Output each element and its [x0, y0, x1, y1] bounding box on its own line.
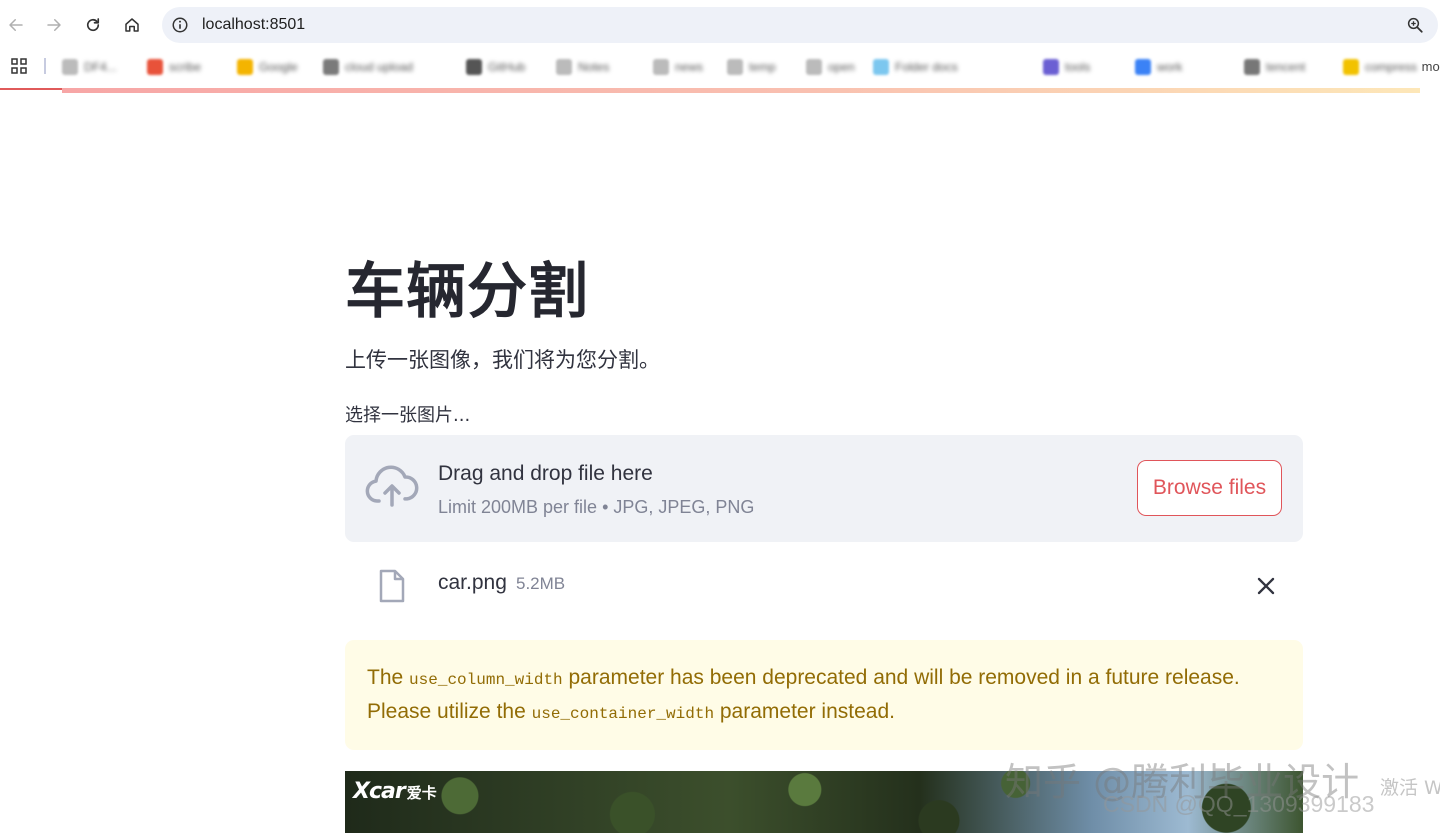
loading-bar [62, 88, 1420, 93]
browse-files-button[interactable]: Browse files [1137, 460, 1282, 516]
dropzone-limit: Limit 200MB per file • JPG, JPEG, PNG [438, 497, 755, 517]
code-use-container-width: use_container_width [531, 705, 715, 723]
bookmark-favicon-icon [323, 59, 339, 75]
uploaded-file-size: 5.2MB [516, 574, 566, 593]
browser-toolbar: localhost:8501 [0, 0, 1440, 50]
bookmark-item[interactable]: scribe [147, 58, 201, 76]
home-button[interactable] [120, 13, 144, 37]
apps-grid-icon[interactable] [11, 58, 27, 74]
uploaded-file-name: car.png [438, 571, 507, 594]
dropzone-title: Drag and drop file here [438, 462, 653, 485]
code-use-column-width: use_column_width [409, 671, 563, 689]
bookmark-favicon-icon [1343, 59, 1359, 75]
bookmark-favicon-icon [62, 59, 78, 75]
xcar-logo: Xcar 爱卡 [353, 779, 437, 804]
bookmark-label: news [675, 60, 704, 74]
loading-bar-left [0, 88, 62, 90]
info-icon[interactable] [171, 16, 189, 34]
bookmark-label: Notes [578, 60, 610, 74]
bookmark-label: tools [1065, 60, 1091, 74]
bookmark-label: cloud upload [345, 60, 414, 74]
bookmark-label: temp [749, 60, 776, 74]
file-icon [379, 569, 405, 603]
bookmark-item[interactable]: compress [1343, 58, 1417, 76]
bookmark-item[interactable]: GitHub [466, 58, 525, 76]
bookmark-item[interactable]: open [806, 58, 855, 76]
page-subtitle: 上传一张图像，我们将为您分割。 [345, 348, 660, 372]
arrow-left-icon [9, 19, 23, 31]
bookmark-label: GitHub [488, 60, 526, 74]
activate-windows-notice: 激活 W [1380, 777, 1440, 799]
bookmark-item[interactable]: Google [237, 58, 298, 76]
bookmark-favicon-icon [147, 59, 163, 75]
bookmarks-separator [44, 58, 46, 74]
bookmark-item[interactable]: Notes [556, 58, 609, 76]
reload-icon [86, 18, 100, 32]
bookmark-item[interactable]: DF4... [62, 58, 117, 76]
bookmark-label: work [1157, 60, 1183, 74]
home-icon [125, 18, 139, 32]
bookmark-favicon-icon [1135, 59, 1151, 75]
page-title: 车辆分割 [345, 257, 589, 327]
forward-button[interactable] [42, 13, 66, 37]
bookmark-item[interactable]: cloud upload [323, 58, 413, 76]
csdn-watermark: CSDN @QQ_1309399183 [1103, 791, 1375, 817]
bookmark-item[interactable]: tools [1043, 58, 1090, 76]
bookmark-favicon-icon [466, 59, 482, 75]
bookmark-item[interactable]: temp [727, 58, 776, 76]
uploaded-file-row: car.png 5.2MB [345, 560, 1303, 612]
bookmark-item[interactable]: news [653, 58, 703, 76]
arrow-right-icon [47, 19, 61, 31]
bookmark-favicon-icon [1244, 59, 1260, 75]
reload-button[interactable] [81, 13, 105, 37]
bookmark-favicon-icon [806, 59, 822, 75]
bookmark-label: open [828, 60, 855, 74]
bookmark-favicon-icon [237, 59, 253, 75]
address-bar[interactable]: localhost:8501 [162, 7, 1438, 43]
bookmark-item[interactable]: tencent [1244, 58, 1305, 76]
cloud-upload-icon [365, 465, 419, 507]
close-icon [1257, 577, 1275, 595]
file-dropzone[interactable]: Drag and drop file here Limit 200MB per … [345, 435, 1303, 542]
bookmark-favicon-icon [556, 59, 572, 75]
zoom-icon[interactable] [1406, 16, 1424, 34]
file-uploader-label: 选择一张图片... [345, 405, 471, 426]
bookmark-label: Folder docs [895, 60, 958, 74]
bookmarks-more[interactable]: mor [1422, 59, 1440, 74]
deprecation-warning: The use_column_width parameter has been … [345, 640, 1303, 750]
bookmark-favicon-icon [1043, 59, 1059, 75]
bookmark-label: tencent [1266, 60, 1306, 74]
bookmark-favicon-icon [653, 59, 669, 75]
bookmarks-bar: DF4... scribe Google cloud upload GitHub Note… [0, 50, 1440, 84]
url-text[interactable]: localhost:8501 [202, 16, 305, 34]
bookmark-label: scribe [169, 60, 202, 74]
bookmark-item[interactable]: work [1135, 58, 1182, 76]
bookmark-favicon-icon [873, 59, 889, 75]
back-button[interactable] [4, 13, 28, 37]
bookmark-label: compress [1365, 60, 1418, 74]
bookmark-label: Google [259, 60, 298, 74]
bookmark-label: DF4... [84, 60, 117, 74]
bookmark-item[interactable]: Folder docs [873, 58, 958, 76]
remove-file-button[interactable] [1253, 573, 1279, 599]
bookmark-favicon-icon [727, 59, 743, 75]
warning-message: The use_column_width parameter has been … [367, 666, 1240, 723]
